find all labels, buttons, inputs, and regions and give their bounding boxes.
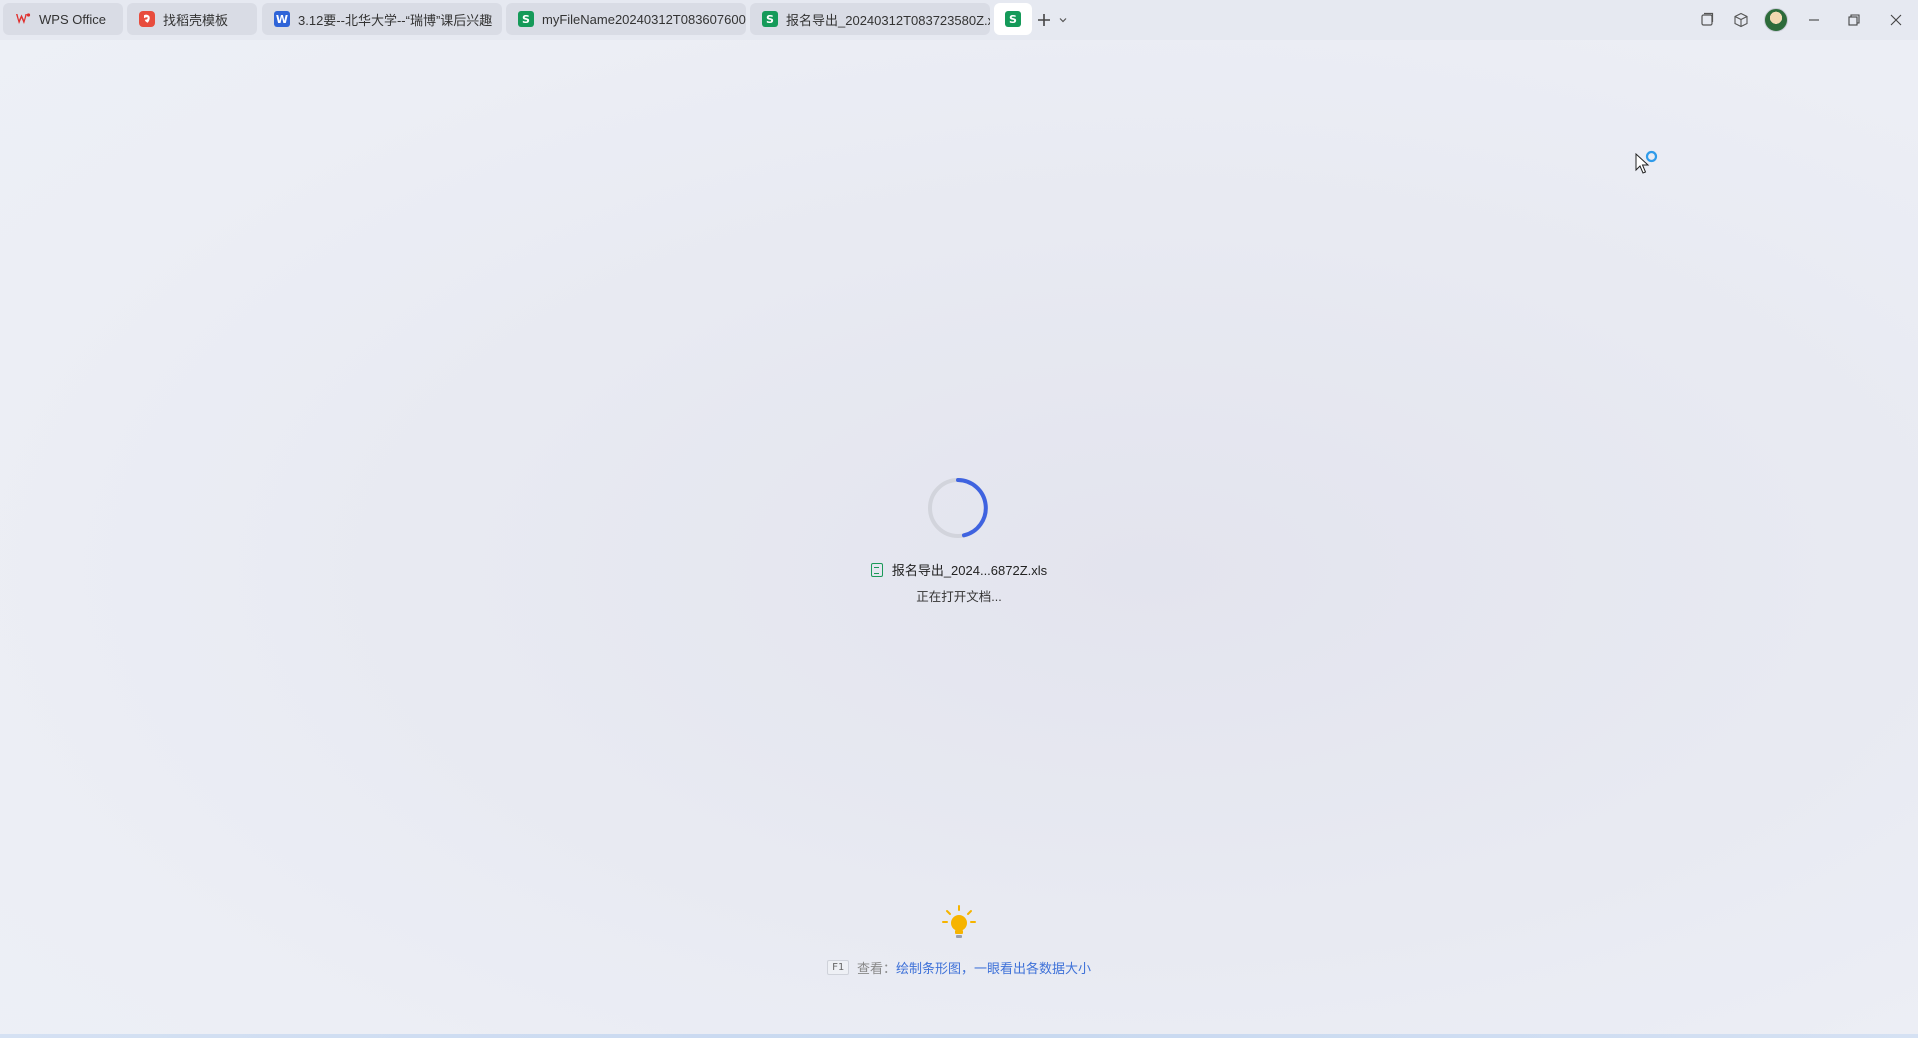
tip-prefix: 查看： xyxy=(857,961,897,976)
cube-icon xyxy=(1734,12,1748,28)
spreadsheet-icon: S xyxy=(762,11,778,27)
wps-logo-icon xyxy=(15,11,31,27)
tab-label: 报名导出_20240312T083723580Z.xls xyxy=(786,12,990,28)
tab-wps-office[interactable]: WPS Office xyxy=(3,3,123,35)
tab-spreadsheet-myfilename[interactable]: S myFileName20240312T083607600Z xyxy=(506,3,746,35)
spreadsheet-icon: S xyxy=(1005,11,1021,27)
tab-word-document[interactable]: W 3.12要--北华大学--“瑞博”课后兴趣 xyxy=(262,3,502,35)
docer-template-icon xyxy=(139,11,155,27)
shortcut-key-badge: F1 xyxy=(826,960,849,975)
window-manage-icon xyxy=(1701,12,1714,26)
avatar xyxy=(1764,8,1788,32)
lightbulb-icon xyxy=(942,905,976,938)
restore-button[interactable] xyxy=(1834,0,1874,40)
loading-file-name: 报名导出_2024...6872Z.xls xyxy=(891,563,1048,578)
spreadsheet-icon: S xyxy=(518,11,534,27)
minimize-button[interactable] xyxy=(1794,0,1834,40)
restore-icon xyxy=(1848,14,1860,26)
tip-link[interactable]: 绘制条形图，一眼看出各数据大小 xyxy=(896,958,1091,977)
tab-spreadsheet-baoming[interactable]: S 报名导出_20240312T083723580Z.xls xyxy=(750,3,990,35)
spreadsheet-file-icon xyxy=(870,562,883,577)
tab-label: 找稻壳模板 xyxy=(163,12,229,28)
minimize-icon xyxy=(1809,19,1819,21)
window-switch-button[interactable] xyxy=(1690,0,1724,40)
tab-docer-templates[interactable]: 找稻壳模板 xyxy=(127,3,257,35)
close-button[interactable] xyxy=(1874,0,1918,40)
tab-label: myFileName20240312T083607600Z xyxy=(542,11,746,27)
title-tab-bar: WPS Office 找稻壳模板 W 3.12要--北华大学--“瑞博”课后兴趣… xyxy=(0,0,1918,40)
tab-label: WPS Office xyxy=(39,11,106,27)
tab-list-button[interactable] xyxy=(1058,15,1068,25)
loading-spinner-icon xyxy=(928,478,988,538)
busy-cursor-icon xyxy=(1635,150,1658,174)
tab-tools xyxy=(1036,7,1068,33)
loading-status: 正在打开文档... xyxy=(916,590,1002,604)
user-avatar-button[interactable] xyxy=(1758,0,1794,40)
chevron-down-icon xyxy=(1059,18,1067,23)
tab-active-loading[interactable]: S xyxy=(994,3,1032,35)
loading-file-row: 报名导出_2024...6872Z.xls xyxy=(0,560,1918,579)
apps-cube-button[interactable] xyxy=(1724,0,1758,40)
close-icon xyxy=(1890,14,1902,26)
tip-row: F1 查看： 绘制条形图，一眼看出各数据大小 xyxy=(0,958,1918,977)
plus-icon xyxy=(1038,14,1050,26)
new-tab-button[interactable] xyxy=(1036,12,1052,28)
tab-label: 3.12要--北华大学--“瑞博”课后兴趣 xyxy=(298,12,493,28)
bottom-progress-strip xyxy=(0,1034,1918,1038)
window-controls xyxy=(1690,0,1918,40)
word-doc-icon: W xyxy=(274,11,290,27)
